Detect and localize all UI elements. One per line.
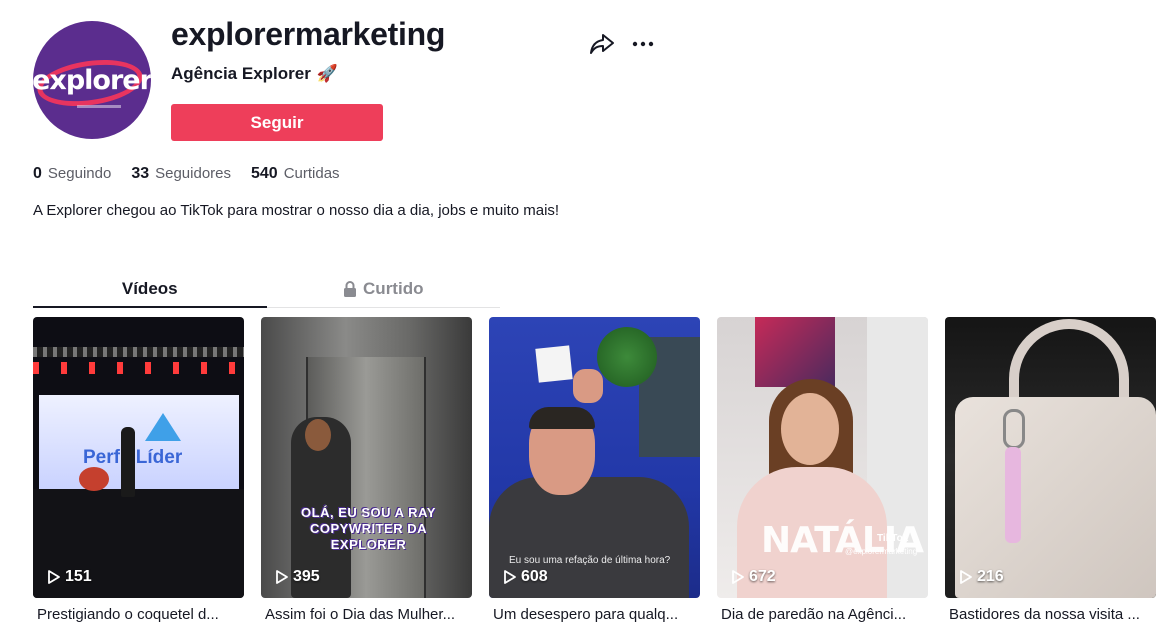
avatar[interactable]: explorer [33,21,151,139]
wall-poster [755,317,835,387]
tab-videos[interactable]: Vídeos [33,276,267,308]
profile-display-name-row: Agência Explorer 🚀 [171,64,338,84]
play-icon [276,570,288,584]
video-caption[interactable]: Bastidores da nossa visita ... [945,606,1156,623]
stage-screen [39,395,239,490]
video-caption[interactable]: Prestigiando o coquetel d... [33,606,244,623]
stage-flowers [79,467,109,491]
stat-following[interactable]: 0 Seguindo [33,165,111,183]
video-caption[interactable]: Dia de paredão na Agênci... [717,606,928,623]
play-icon [732,570,744,584]
share-icon[interactable] [589,32,615,56]
follow-button[interactable]: Seguir [171,104,383,141]
view-count-value: 216 [977,568,1004,585]
view-count: 672 [731,568,776,586]
avatar-logo-underline [77,105,121,108]
tiktok-watermark-handle: @explorermarketing [845,547,918,556]
lock-icon [344,281,357,297]
view-count: 395 [275,568,320,586]
video-thumbnail[interactable]: Eu sou uma refação de última hora? 608 [489,317,700,598]
tab-liked-label: Curtido [363,279,424,298]
tab-liked[interactable]: Curtido [267,276,501,307]
person-hair [529,407,595,429]
person-face [781,393,839,465]
person-hand [573,369,603,403]
view-count-value: 608 [521,568,548,585]
keychain-strap [1005,447,1021,543]
video-card[interactable]: 216 Bastidores da nossa visita ... [945,317,1156,623]
video-card[interactable]: OLÁ, EU SOU A RAY COPYWRITER DA EXPLORER… [261,317,472,623]
stat-following-count: 0 [33,165,42,182]
play-icon [48,570,60,584]
stat-likes-count: 540 [251,165,278,182]
view-count-value: 151 [65,568,92,585]
video-grid: Perfil Líder 151 Prestigiando o coquetel… [33,317,1156,623]
view-count-value: 672 [749,568,776,585]
profile-display-name: Agência Explorer [171,64,311,83]
video-card[interactable]: Eu sou uma refação de última hora? 608 U… [489,317,700,623]
profile-tabs: Vídeos Curtido [33,276,500,308]
stat-likes-label: Curtidas [283,165,340,182]
play-icon [960,570,972,584]
rocket-icon: 🚀 [316,64,338,83]
avatar-logo-text: explorer [33,64,151,96]
plant [597,327,657,387]
video-overlay-text: OLÁ, EU SOU A RAY COPYWRITER DA EXPLORER [301,505,436,552]
stat-followers[interactable]: 33 Seguidores [131,165,231,183]
stat-likes: 540 Curtidas [251,165,340,183]
video-caption[interactable]: Um desespero para qualq... [489,606,700,623]
keychain-clip [1003,409,1025,449]
view-count: 216 [959,568,1004,586]
stat-following-label: Seguindo [47,165,112,182]
profile-bio: A Explorer chegou ao TikTok para mostrar… [33,202,560,219]
screen-logo [145,413,181,441]
video-overlay-text: Eu sou uma refação de última hora? [509,555,671,566]
stat-followers-label: Seguidores [155,165,231,182]
stat-followers-count: 33 [131,165,150,182]
profile-stats: 0 Seguindo 33 Seguidores 540 Curtidas [33,165,340,183]
more-options-icon[interactable] [630,32,656,56]
profile-username: explorermarketing [171,16,446,52]
view-count: 608 [503,568,548,586]
stage-lights [33,362,244,374]
play-icon [504,570,516,584]
tab-videos-label: Vídeos [121,279,178,298]
person-face [305,419,331,451]
tiktok-watermark: TikTok [877,533,909,544]
post-it-note [535,345,573,383]
video-thumbnail[interactable]: NATÁLIA TikTok @explorermarketing 672 [717,317,928,598]
view-count-value: 395 [293,568,320,585]
video-thumbnail[interactable]: OLÁ, EU SOU A RAY COPYWRITER DA EXPLORER… [261,317,472,598]
stage-truss [33,347,244,357]
video-thumbnail[interactable]: Perfil Líder 151 [33,317,244,598]
speaker-figure [121,427,135,497]
video-thumbnail[interactable]: 216 [945,317,1156,598]
view-count: 151 [47,568,92,586]
video-card[interactable]: Perfil Líder 151 Prestigiando o coquetel… [33,317,244,623]
video-card[interactable]: NATÁLIA TikTok @explorermarketing 672 Di… [717,317,928,623]
video-caption[interactable]: Assim foi o Dia das Mulher... [261,606,472,623]
